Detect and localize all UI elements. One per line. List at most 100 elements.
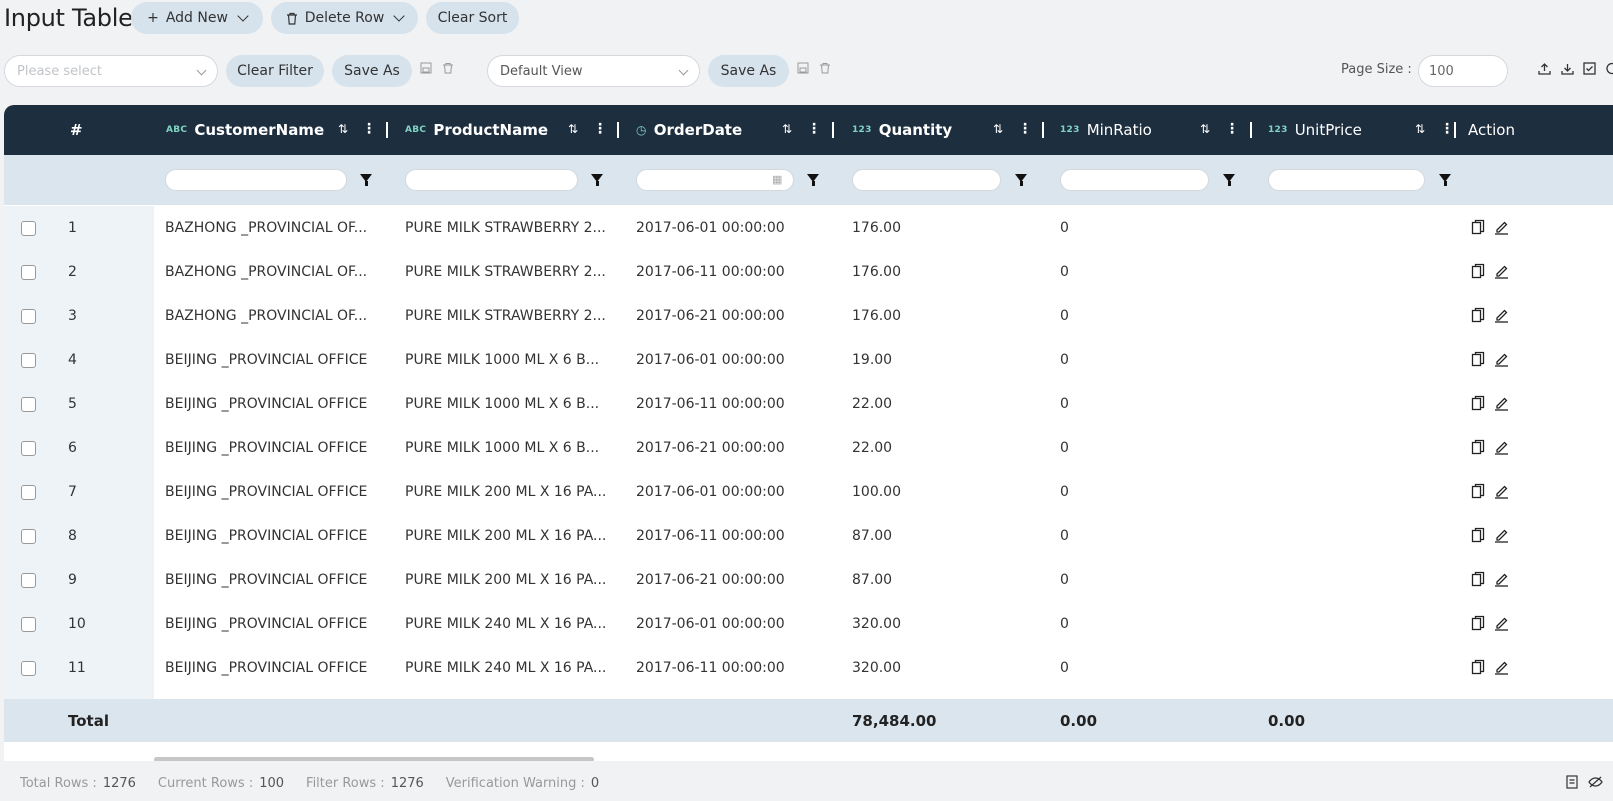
check-square-icon[interactable]: [1583, 62, 1596, 75]
view-select[interactable]: Default View: [487, 55, 700, 87]
export-icon[interactable]: [1566, 775, 1580, 789]
table-row[interactable]: 9 BEIJING _PROVINCIAL OFFICE PURE MILK 200…: [4, 558, 1613, 602]
minratio-filter-input[interactable]: [1060, 169, 1209, 191]
clear-sort-button[interactable]: Clear Sort: [426, 2, 519, 34]
add-new-button[interactable]: + Add New: [131, 2, 263, 34]
more-vertical-icon[interactable]: ⋮: [1440, 121, 1454, 137]
edit-icon[interactable]: [1494, 659, 1509, 675]
upload-icon[interactable]: [1538, 62, 1551, 75]
table-row[interactable]: 4 BEIJING _PROVINCIAL OFFICE PURE MILK 100…: [4, 338, 1613, 382]
productname-filter-input[interactable]: [405, 169, 578, 191]
row-checkbox[interactable]: [21, 309, 36, 324]
eye-off-icon[interactable]: [1588, 775, 1603, 789]
copy-icon[interactable]: [1471, 219, 1485, 235]
table-row[interactable]: 3 BAZHONG _PROVINCIAL OF... PURE MILK STRA…: [4, 294, 1613, 338]
funnel-icon[interactable]: [1439, 174, 1451, 186]
trash-icon[interactable]: [819, 62, 831, 74]
column-resize-handle[interactable]: [1250, 122, 1252, 138]
sort-icon[interactable]: ⇅: [1200, 122, 1210, 136]
more-vertical-icon[interactable]: ⋮: [1018, 121, 1032, 137]
edit-icon[interactable]: [1494, 615, 1509, 631]
more-vertical-icon[interactable]: ⋮: [593, 121, 607, 137]
row-checkbox[interactable]: [21, 573, 36, 588]
column-header-unitprice[interactable]: 123 UnitPrice ⇅ ⋮: [1268, 105, 1464, 155]
table-row[interactable]: 2 BAZHONG _PROVINCIAL OF... PURE MILK STRA…: [4, 250, 1613, 294]
copy-icon[interactable]: [1471, 439, 1485, 455]
row-checkbox[interactable]: [21, 221, 36, 236]
sort-icon[interactable]: ⇅: [568, 122, 578, 136]
quantity-filter-input[interactable]: [852, 169, 1001, 191]
column-header-productname[interactable]: ABC ProductName ⇅ ⋮: [405, 105, 631, 155]
more-vertical-icon[interactable]: ⋮: [1225, 121, 1239, 137]
table-row[interactable]: 11 BEIJING _PROVINCIAL OFFICE PURE MILK 24…: [4, 646, 1613, 690]
copy-icon[interactable]: [1471, 395, 1485, 411]
row-checkbox[interactable]: [21, 265, 36, 280]
column-resize-handle[interactable]: [1454, 122, 1456, 138]
edit-icon[interactable]: [1494, 395, 1509, 411]
sort-icon[interactable]: ⇅: [338, 122, 348, 136]
more-vertical-icon[interactable]: ⋮: [807, 121, 821, 137]
edit-icon[interactable]: [1494, 351, 1509, 367]
row-checkbox[interactable]: [21, 529, 36, 544]
funnel-icon[interactable]: [807, 174, 819, 186]
column-resize-handle[interactable]: [617, 122, 619, 138]
copy-icon[interactable]: [1471, 351, 1485, 367]
clear-filter-button[interactable]: Clear Filter: [226, 55, 324, 87]
trash-icon[interactable]: [442, 62, 454, 74]
table-row[interactable]: 7 BEIJING _PROVINCIAL OFFICE PURE MILK 200…: [4, 470, 1613, 514]
funnel-icon[interactable]: [1223, 174, 1235, 186]
sort-icon[interactable]: ⇅: [782, 122, 792, 136]
sort-icon[interactable]: ⇅: [993, 122, 1003, 136]
row-checkbox[interactable]: [21, 661, 36, 676]
copy-icon[interactable]: [1471, 615, 1485, 631]
copy-icon[interactable]: [1471, 527, 1485, 543]
save-as-filter-button[interactable]: Save As: [332, 55, 412, 87]
gear-icon[interactable]: [1605, 62, 1613, 75]
page-size-input[interactable]: 100: [1418, 55, 1508, 87]
horizontal-scrollbar[interactable]: [154, 757, 594, 761]
edit-icon[interactable]: [1494, 483, 1509, 499]
copy-icon[interactable]: [1471, 307, 1485, 323]
column-header-customername[interactable]: ABC CustomerName ⇅ ⋮: [166, 105, 400, 155]
row-checkbox[interactable]: [21, 485, 36, 500]
edit-icon[interactable]: [1494, 571, 1509, 587]
column-header-quantity[interactable]: 123 Quantity ⇅ ⋮: [852, 105, 1058, 155]
filter-select[interactable]: Please select: [4, 55, 218, 87]
funnel-icon[interactable]: [591, 174, 603, 186]
row-checkbox[interactable]: [21, 441, 36, 456]
copy-icon[interactable]: [1471, 263, 1485, 279]
orderdate-filter-input[interactable]: [636, 169, 794, 191]
edit-icon[interactable]: [1494, 527, 1509, 543]
row-checkbox[interactable]: [21, 353, 36, 368]
copy-icon[interactable]: [1471, 659, 1485, 675]
more-vertical-icon[interactable]: ⋮: [362, 121, 376, 137]
delete-row-button[interactable]: Delete Row: [271, 2, 418, 34]
funnel-icon[interactable]: [1015, 174, 1027, 186]
customername-filter-input[interactable]: [165, 169, 347, 191]
column-resize-handle[interactable]: [1042, 122, 1044, 138]
funnel-icon[interactable]: [360, 174, 372, 186]
save-icon[interactable]: [420, 62, 432, 74]
table-row[interactable]: 5 BEIJING _PROVINCIAL OFFICE PURE MILK 100…: [4, 382, 1613, 426]
table-row[interactable]: 6 BEIJING _PROVINCIAL OFFICE PURE MILK 100…: [4, 426, 1613, 470]
row-checkbox[interactable]: [21, 397, 36, 412]
calendar-icon[interactable]: ▦: [772, 173, 782, 186]
edit-icon[interactable]: [1494, 439, 1509, 455]
edit-icon[interactable]: [1494, 307, 1509, 323]
copy-icon[interactable]: [1471, 571, 1485, 587]
row-checkbox[interactable]: [21, 617, 36, 632]
column-header-orderdate[interactable]: ◷ OrderDate ⇅ ⋮: [636, 105, 846, 155]
sort-icon[interactable]: ⇅: [1415, 122, 1425, 136]
column-resize-handle[interactable]: [386, 122, 388, 138]
table-row[interactable]: 1 BAZHONG _PROVINCIAL OF... PURE MILK STRA…: [4, 206, 1613, 250]
edit-icon[interactable]: [1494, 263, 1509, 279]
download-icon[interactable]: [1561, 62, 1574, 75]
column-header-minratio[interactable]: 123 MinRatio ⇅ ⋮: [1060, 105, 1266, 155]
edit-icon[interactable]: [1494, 219, 1509, 235]
table-row[interactable]: 12 BEIJING _PROVINCIAL OFFICE PURE MILK 24…: [4, 690, 1613, 699]
column-resize-handle[interactable]: [832, 122, 834, 138]
save-icon[interactable]: [797, 62, 809, 74]
table-row[interactable]: 8 BEIJING _PROVINCIAL OFFICE PURE MILK 200…: [4, 514, 1613, 558]
copy-icon[interactable]: [1471, 483, 1485, 499]
table-row[interactable]: 10 BEIJING _PROVINCIAL OFFICE PURE MILK 24…: [4, 602, 1613, 646]
